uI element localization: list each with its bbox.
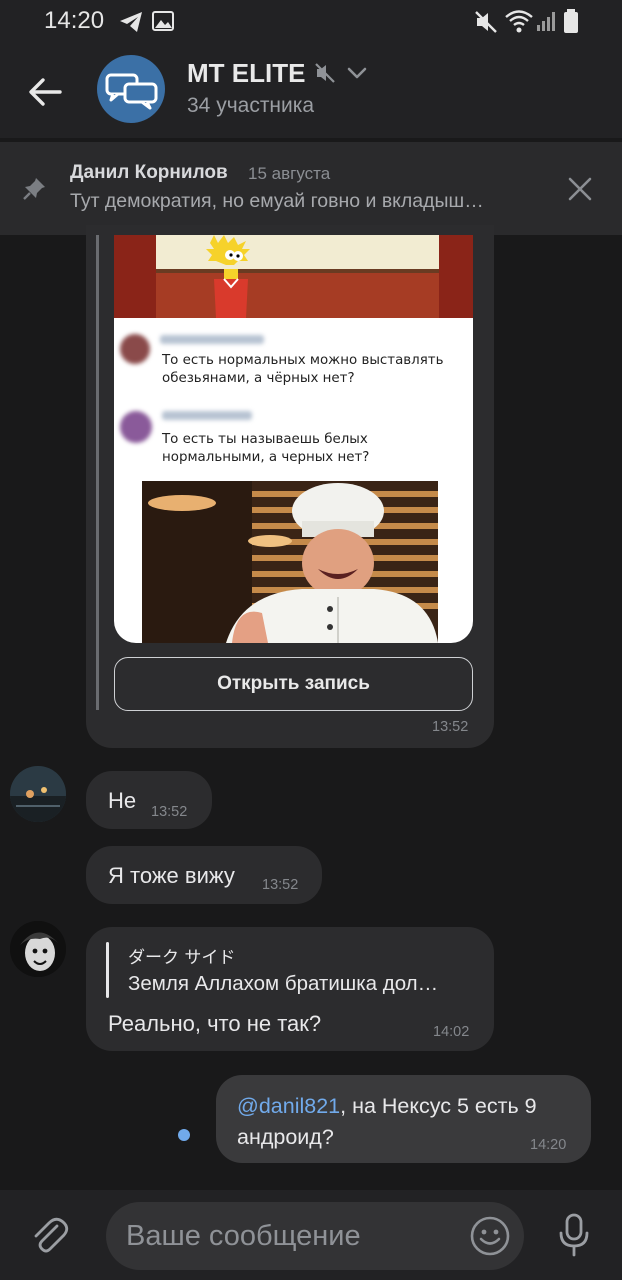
laughing-chef-photo [142, 481, 438, 643]
sender-avatar[interactable] [10, 921, 66, 977]
message-time: 13:52 [151, 804, 188, 820]
message-bubble[interactable]: Я тоже вижу 13:52 [86, 846, 322, 904]
muted-icon [315, 63, 335, 83]
mute-icon [475, 11, 497, 33]
chat-avatar[interactable] [97, 55, 165, 123]
repost-line [96, 235, 99, 710]
message-text: Не [108, 788, 137, 813]
status-bar: 14:20 [0, 0, 622, 44]
message-text: @danil821, на Нексус 5 есть 9 андроид? [237, 1091, 577, 1153]
chat-bubbles-icon [105, 73, 158, 110]
open-post-button[interactable]: Открыть запись [114, 657, 473, 711]
commenter-name-blurred [160, 335, 264, 344]
status-time: 14:20 [44, 7, 105, 34]
pin-icon [23, 178, 45, 200]
telegram-icon [120, 12, 142, 32]
meme-comment-2: То есть ты называешь белых нормальными, … [162, 432, 370, 466]
commenter-name-blurred [162, 411, 252, 420]
unread-dot [178, 1129, 190, 1141]
wifi-icon [505, 10, 533, 33]
member-count: 34 участника [187, 94, 315, 117]
message-bubble[interactable]: ダーク サイド Земля Аллахом братишка дол… Реал… [86, 927, 494, 1051]
meme-comment-1: То есть нормальных можно выставлять обез… [162, 353, 444, 387]
chat-header: MT ELITE 34 участника [0, 44, 622, 138]
arrow-left-icon [29, 78, 62, 106]
emoji-icon[interactable] [469, 1215, 511, 1257]
avatar-night-image [10, 766, 66, 822]
message-time: 14:02 [433, 1024, 470, 1040]
commenter-avatar [120, 334, 150, 364]
reply-author: ダーク サイド [128, 948, 236, 968]
composer-bar: Ваше сообщение [0, 1190, 622, 1280]
battery-icon [564, 9, 578, 33]
lisa-presentation-illustration [114, 235, 473, 318]
pinned-author: Данил Корнилов [70, 162, 228, 183]
mention-link[interactable]: @danil821 [237, 1094, 340, 1118]
message-text: Я тоже вижу [108, 863, 235, 888]
pinned-date: 15 августа [248, 164, 331, 183]
message-time: 13:52 [262, 877, 299, 893]
message-input-placeholder: Ваше сообщение [126, 1220, 361, 1252]
message-time: 14:20 [530, 1137, 567, 1153]
signal-icon [537, 12, 555, 31]
pinned-message[interactable]: Данил Корнилов 15 августа Тут демократия… [0, 142, 622, 235]
meme-image[interactable]: То есть нормальных можно выставлять обез… [114, 235, 473, 643]
commenter-avatar [120, 411, 152, 443]
chevron-down-icon[interactable] [346, 66, 368, 80]
microphone-icon[interactable] [556, 1212, 592, 1258]
close-icon[interactable] [566, 175, 594, 203]
message-text: Реально, что не так? [108, 1011, 322, 1036]
paperclip-icon[interactable] [28, 1214, 70, 1256]
message-bubble[interactable]: Не 13:52 [86, 771, 212, 829]
avatar-face-image [10, 921, 66, 977]
message-time: 13:52 [432, 719, 469, 735]
outgoing-message-bubble[interactable]: @danil821, на Нексус 5 есть 9 андроид? 1… [216, 1075, 591, 1163]
message-input[interactable]: Ваше сообщение [106, 1202, 524, 1270]
chat-title[interactable]: MT ELITE [187, 58, 305, 89]
sender-avatar[interactable] [10, 766, 66, 822]
back-button[interactable] [24, 72, 76, 112]
reply-text: Земля Аллахом братишка дол… [128, 972, 439, 995]
pinned-text: Тут демократия, но емуай говно и вкладыш… [70, 190, 484, 212]
reply-line [106, 942, 109, 998]
gallery-icon [152, 11, 174, 31]
